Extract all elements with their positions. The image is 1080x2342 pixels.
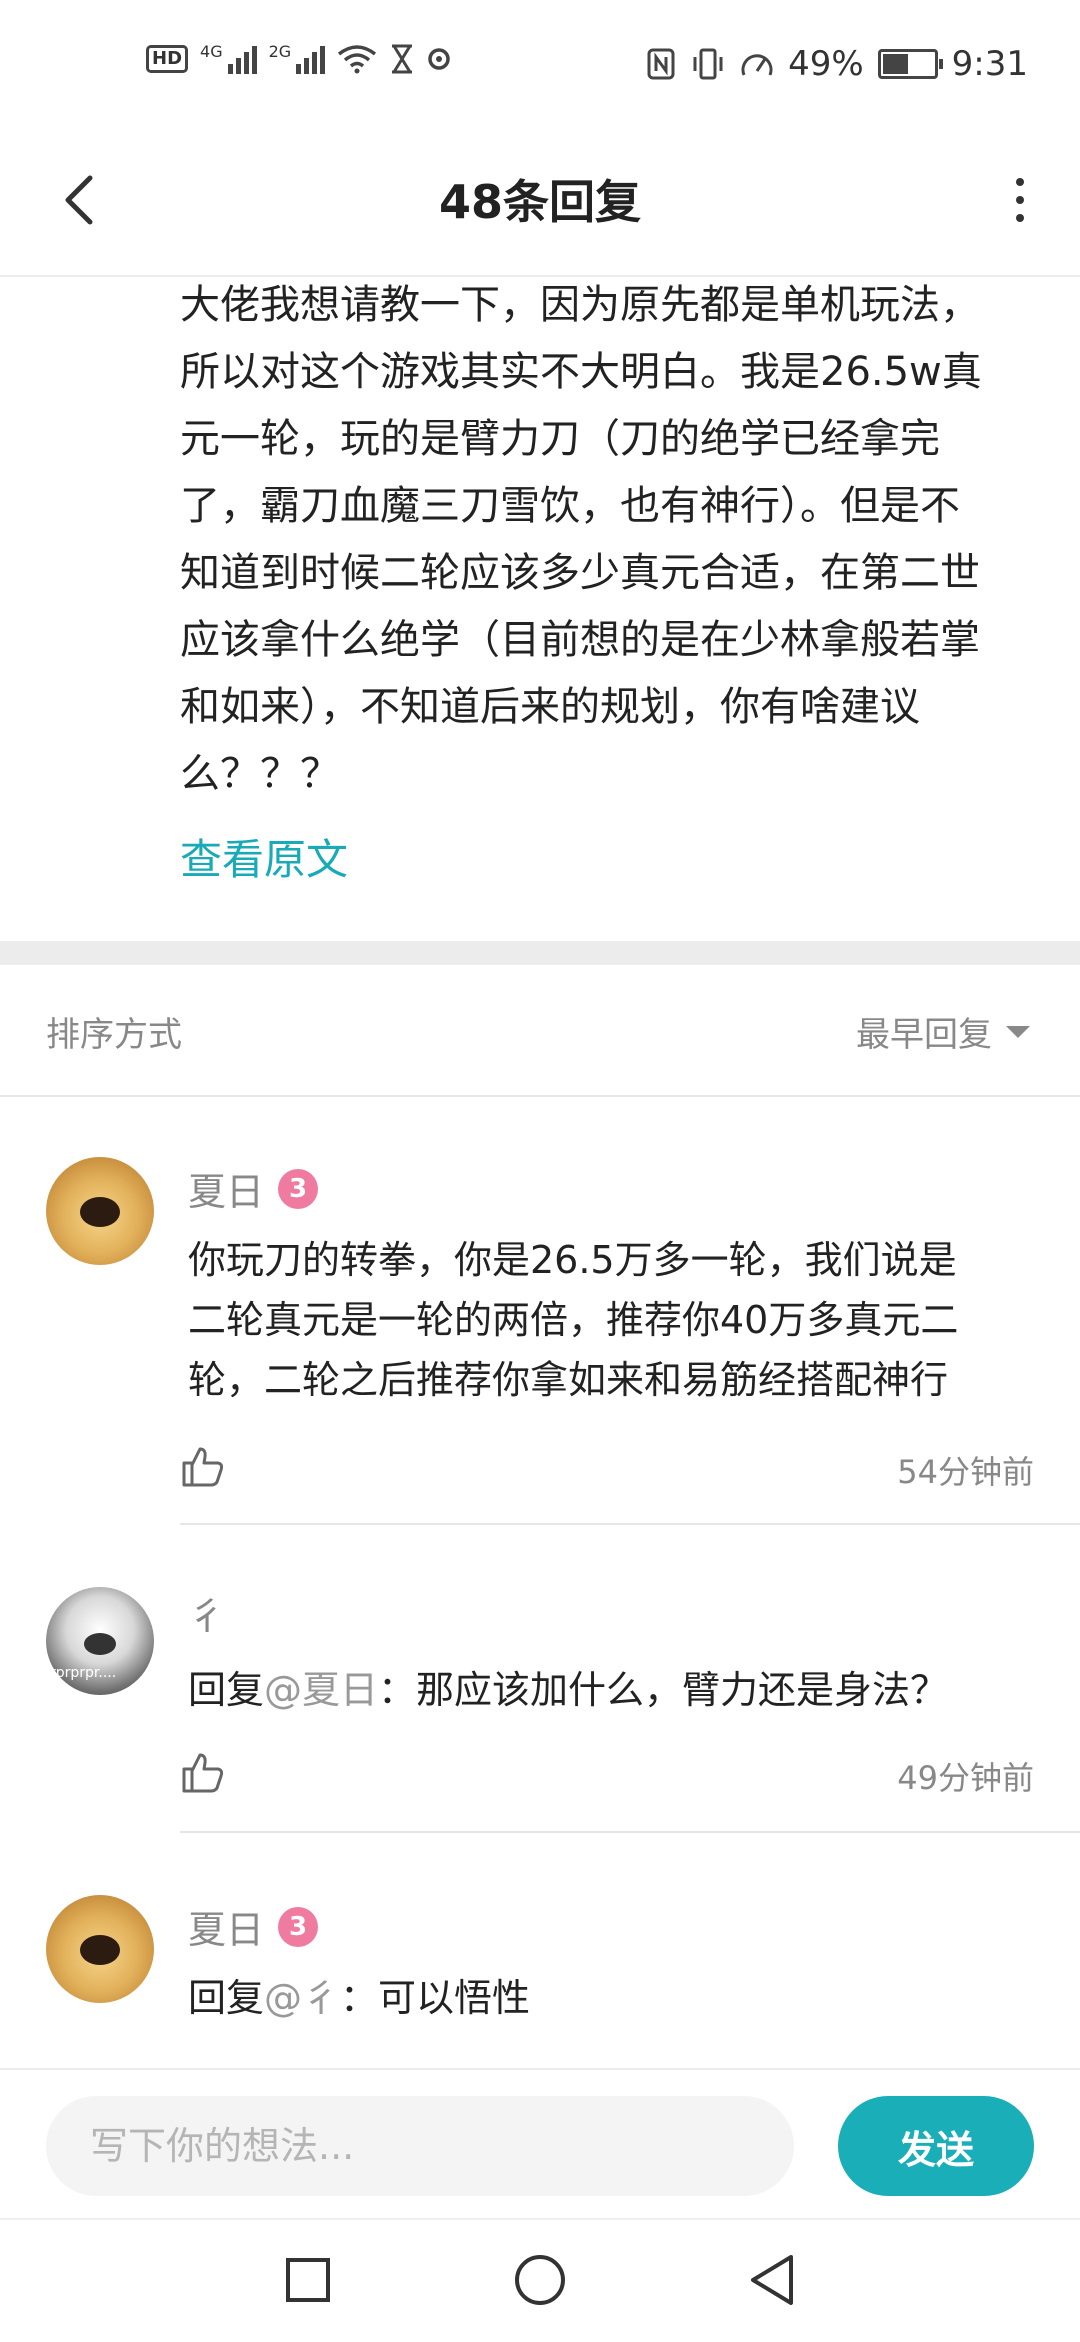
level-badge-icon: 3 (278, 1906, 319, 1947)
avatar-caption: rprprpr.... (50, 1665, 117, 1681)
reply-text: ：那应该加什么，臂力还是身法？ (378, 1668, 949, 1712)
comment-time: 49分钟前 (897, 1759, 1034, 1797)
caret-down-icon (1006, 1025, 1030, 1038)
comment-username[interactable]: 夏日 3 (188, 1161, 319, 1216)
home-button[interactable] (508, 2248, 572, 2312)
comment-line: 回复@彳：可以悟性 (188, 1968, 1048, 2028)
post-line: 和如来），不知道后来的规划，你有啥建议 (180, 684, 920, 730)
comment-username[interactable]: 夏日 3 (188, 1899, 319, 1954)
reply-prefix: 回复 (188, 1668, 265, 1712)
avatar[interactable] (46, 1895, 154, 2003)
battery-percent: 49% (788, 44, 864, 84)
comment-separator (180, 1523, 1080, 1525)
system-nav-bar (0, 2218, 1080, 2342)
hd-icon: HD (146, 45, 189, 73)
mention-link[interactable]: @夏日 (264, 1668, 378, 1712)
username-text: 彳 (188, 1594, 227, 1638)
sort-row: 排序方式 最早回复 (0, 965, 1080, 1097)
sort-value: 最早回复 (856, 1015, 992, 1055)
username-text: 夏日 (188, 1170, 265, 1214)
reply-text: ：可以悟性 (340, 1976, 531, 2020)
post-line: 应该拿什么绝学（目前想的是在少林拿般若掌 (180, 617, 980, 663)
thumbs-up-icon (182, 1753, 224, 1793)
comment-input-bar: 发送 (0, 2068, 1080, 2220)
send-button[interactable]: 发送 (838, 2096, 1034, 2196)
back-nav-button[interactable] (740, 2248, 804, 2312)
nfc-icon (647, 48, 675, 80)
more-vertical-icon (1016, 178, 1024, 222)
signal-2g-icon: 2G (269, 44, 326, 74)
post-line: 所以对这个游戏其实不大明白。我是26.5w真 (180, 349, 982, 395)
mention-link[interactable]: @彳 (264, 1976, 340, 2020)
comment-line: 二轮真元是一轮的两倍，推荐你40万多真元二 (188, 1298, 959, 1342)
square-icon (286, 2258, 330, 2302)
status-left: HD 4G 2G (146, 44, 451, 74)
app-header: 48条回复 (0, 130, 1080, 277)
signal-4g-label: 4G (200, 42, 223, 61)
comment-line: 回复@夏日：那应该加什么，臂力还是身法？ (188, 1660, 1048, 1720)
original-post: 大佬我想请教一下，因为原先都是单机玩法， 所以对这个游戏其实不大明白。我是26.… (180, 272, 1030, 808)
post-line: 大佬我想请教一下，因为原先都是单机玩法， (180, 282, 980, 328)
wifi-icon (338, 45, 377, 74)
comment-username[interactable]: 彳 (188, 1585, 226, 1640)
circle-icon (515, 2255, 565, 2305)
post-line: 了，霸刀血魔三刀雪饮，也有神行）。但是不 (180, 483, 960, 529)
post-line: 知道到时候二轮应该多少真元合适，在第二世 (180, 550, 980, 596)
vibrate-icon (693, 48, 723, 80)
recent-apps-button[interactable] (276, 2248, 340, 2312)
husky-face-icon (84, 1633, 116, 1655)
comment-time: 54分钟前 (897, 1453, 1034, 1491)
more-options-button[interactable] (990, 160, 1050, 240)
section-divider (0, 941, 1080, 965)
signal-2g-label: 2G (268, 42, 292, 61)
dog-face-icon (80, 1197, 120, 1227)
post-line: 么？？？ (180, 751, 340, 797)
level-badge-icon: 3 (278, 1168, 319, 1209)
circle-dot-icon (428, 48, 450, 70)
comment-text: 回复@彳：可以悟性 (188, 1968, 1048, 2028)
status-right: 49% 9:31 (646, 44, 1028, 84)
username-text: 夏日 (188, 1908, 265, 1952)
clock: 9:31 (951, 44, 1028, 84)
sort-label: 排序方式 (46, 1015, 182, 1055)
post-line: 元一轮，玩的是臂力刀（刀的绝学已经拿完 (180, 416, 940, 462)
comment-text: 回复@夏日：那应该加什么，臂力还是身法？ (188, 1660, 1048, 1720)
avatar[interactable] (46, 1157, 154, 1265)
sort-dropdown[interactable]: 最早回复 (856, 1007, 1030, 1056)
battery-icon (877, 49, 943, 79)
avatar[interactable]: rprprpr.... (46, 1587, 154, 1695)
signal-4g-icon: 4G (200, 44, 257, 74)
like-button[interactable] (180, 1749, 230, 1799)
comment-text: 你玩刀的转拳，你是26.5万多一轮，我们说是 二轮真元是一轮的两倍，推荐你40万… (188, 1230, 1048, 1410)
comment-input[interactable] (46, 2096, 794, 2196)
reply-prefix: 回复 (188, 1976, 265, 2020)
comment-line: 你玩刀的转拳，你是26.5万多一轮，我们说是 (188, 1238, 957, 1282)
speed-gauge-icon (741, 54, 773, 76)
like-button[interactable] (180, 1443, 230, 1493)
triangle-back-icon (751, 2255, 793, 2305)
comment-separator (180, 1831, 1080, 1833)
hourglass-icon (392, 44, 413, 74)
view-original-link[interactable]: 查看原文 (180, 826, 348, 887)
thumbs-up-icon (182, 1447, 224, 1487)
dog-face-icon (80, 1935, 120, 1965)
page-title: 48条回复 (438, 175, 641, 229)
comment-line: 轮，二轮之后推荐你拿如来和易筋经搭配神行 (188, 1358, 949, 1402)
status-bar: HD 4G 2G 49% 9:31 (0, 0, 1080, 130)
